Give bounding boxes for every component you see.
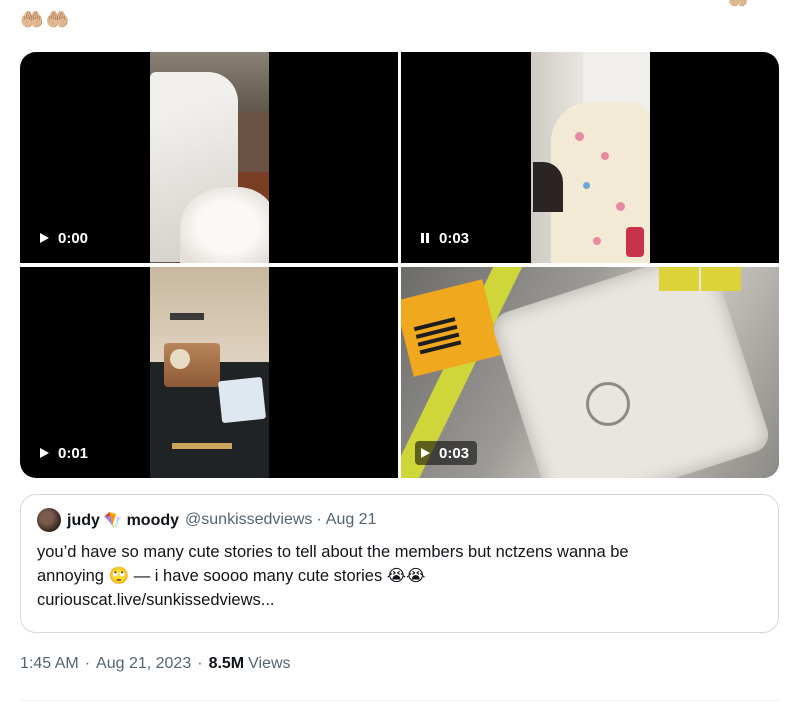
video-thumbnail <box>531 52 650 263</box>
corner-emoji: 🤲🏼 <box>728 0 748 9</box>
quoted-author-handle[interactable]: @sunkissedviews <box>185 511 312 529</box>
video-time: 0:01 <box>58 444 89 462</box>
video-timestamp-badge: 0:00 <box>34 226 96 250</box>
pause-icon <box>421 233 429 243</box>
video-timestamp-badge: 0:01 <box>34 441 96 465</box>
tweet-time[interactable]: 1:45 AM <box>20 655 79 673</box>
quoted-tweet[interactable]: judy 🪁 moody @sunkissedviews · Aug 21 you’… <box>20 494 779 633</box>
separator-dot: · <box>316 511 322 528</box>
avatar[interactable] <box>37 508 61 532</box>
video-time: 0:00 <box>58 229 89 247</box>
kite-emoji: 🪁 <box>103 511 123 529</box>
play-icon <box>40 448 49 458</box>
quoted-date[interactable]: Aug 21 <box>326 511 377 529</box>
separator-dot: · <box>84 655 91 672</box>
quoted-link[interactable]: curiouscat.live/sunkissedviews... <box>37 588 762 612</box>
video-timestamp-badge: 0:03 <box>415 226 477 250</box>
video-tile-1[interactable]: 0:00 <box>20 52 398 263</box>
video-time: 0:03 <box>439 229 470 247</box>
tweet-text-emoji: 🤲🏼🤲🏼 <box>20 10 72 31</box>
video-tile-4[interactable]: 0:03 <box>401 267 779 478</box>
video-thumbnail <box>150 267 269 478</box>
play-icon <box>40 233 49 243</box>
quoted-tweet-text: you’d have so many cute stories to tell … <box>37 540 762 612</box>
quoted-tweet-header: judy 🪁 moody @sunkissedviews · Aug 21 <box>37 508 762 532</box>
views-label: Views <box>248 655 291 672</box>
play-icon <box>421 448 430 458</box>
video-timestamp-badge: 0:03 <box>415 441 478 465</box>
video-time: 0:03 <box>439 444 470 462</box>
media-grid: 0:00 0:03 0:01 0:03 <box>20 52 779 478</box>
video-tile-3[interactable]: 0:01 <box>20 267 398 478</box>
quoted-text-line-1: you’d have so many cute stories to tell … <box>37 543 629 561</box>
tweet-date[interactable]: Aug 21, 2023 <box>96 655 191 673</box>
tweet-meta: 1:45 AM · Aug 21, 2023 · 8.5M Views <box>20 655 291 673</box>
separator-dot: · <box>197 655 203 672</box>
views-count: 8.5M <box>208 655 245 672</box>
divider <box>20 700 780 701</box>
quoted-text-line-2: annoying 🙄 — i have soooo many cute stor… <box>37 567 426 585</box>
quoted-author-name[interactable]: judy 🪁 moody <box>67 511 179 530</box>
video-thumbnail <box>150 52 269 263</box>
video-tile-2[interactable]: 0:03 <box>401 52 779 263</box>
